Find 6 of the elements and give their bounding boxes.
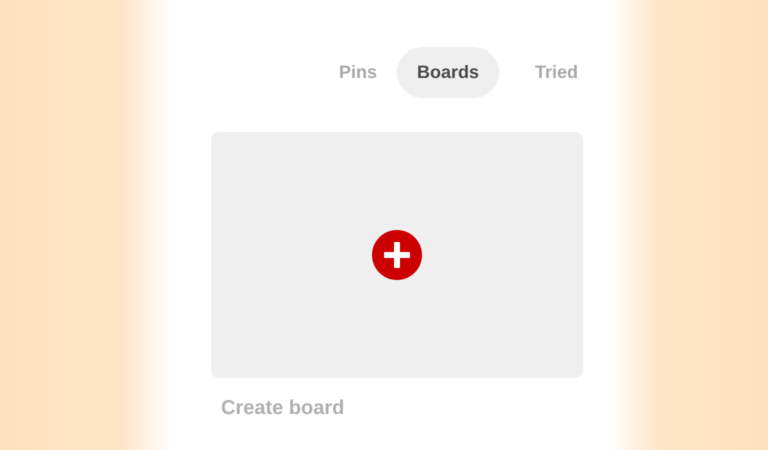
tab[interactable]: Pins bbox=[319, 47, 398, 98]
plus-icon bbox=[372, 230, 422, 280]
tab[interactable]: Tried bbox=[515, 47, 598, 98]
create-board-label: Create board bbox=[221, 397, 346, 420]
tab[interactable]: Boards bbox=[397, 47, 500, 98]
create-board-card[interactable] bbox=[211, 132, 583, 378]
